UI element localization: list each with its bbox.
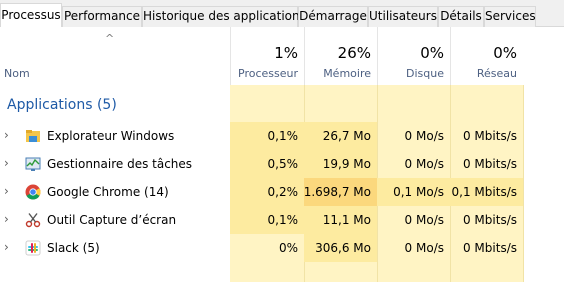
cpu-total-percent: 1% bbox=[274, 44, 298, 62]
column-reseau[interactable]: 0% Réseau bbox=[450, 27, 523, 85]
cpu-cell: 0,5% bbox=[230, 150, 304, 178]
app-name: Slack (5) bbox=[47, 241, 100, 255]
chevron-right-icon[interactable]: › bbox=[4, 184, 9, 198]
memory-cell: 26,7 Mo bbox=[304, 122, 377, 150]
network-cell: 0 Mbits/s bbox=[462, 157, 517, 171]
chrome-icon bbox=[25, 184, 41, 200]
column-memoire[interactable]: 26% Mémoire bbox=[304, 27, 377, 85]
table-row[interactable]: › Explorateur Windows 0,1% 26,7 Mo 0 Mo/… bbox=[0, 122, 564, 150]
network-cell: 0 Mbits/s bbox=[462, 241, 517, 255]
network-cell: 0 Mbits/s bbox=[462, 213, 517, 227]
app-name: Google Chrome (14) bbox=[47, 185, 169, 199]
app-name: Explorateur Windows bbox=[47, 129, 175, 143]
folder-icon bbox=[26, 130, 40, 142]
chevron-right-icon[interactable]: › bbox=[4, 212, 9, 226]
network-total-percent: 0% bbox=[493, 44, 517, 62]
cpu-cell: 0,2% bbox=[230, 178, 304, 206]
tab-details[interactable]: Détails bbox=[438, 6, 484, 27]
column-disque[interactable]: 0% Disque bbox=[377, 27, 450, 85]
disk-cell: 0,1 Mo/s bbox=[377, 178, 450, 206]
column-nom[interactable]: Nom bbox=[0, 27, 230, 85]
cpu-cell: 0% bbox=[278, 241, 298, 255]
app-name: Outil Capture d’écran bbox=[47, 213, 177, 227]
table-row[interactable]: › Slack (5) 0% 306,6 Mo 0 Mo/s 0 Mbits/s bbox=[0, 234, 564, 262]
memory-cell: 19,9 Mo bbox=[304, 150, 377, 178]
disk-cell: 0 Mo/s bbox=[404, 157, 444, 171]
tab-historique-des-applications[interactable]: Historique des applications bbox=[142, 6, 306, 27]
column-label-nom: Nom bbox=[4, 67, 30, 80]
cpu-cell: 0,1% bbox=[230, 122, 304, 150]
disk-total-percent: 0% bbox=[420, 44, 444, 62]
memory-cell: 11,1 Mo bbox=[304, 206, 377, 234]
memory-cell: 306,6 Mo bbox=[304, 234, 377, 262]
cpu-cell: 0,1% bbox=[230, 206, 304, 234]
disk-cell: 0 Mo/s bbox=[404, 241, 444, 255]
chevron-right-icon[interactable]: › bbox=[4, 240, 9, 254]
column-header: ^ Nom 1% Processeur 26% Mémoire 0% Disqu… bbox=[0, 27, 564, 85]
column-label-memoire: Mémoire bbox=[323, 67, 371, 80]
app-name: Gestionnaire des tâches bbox=[47, 157, 193, 171]
tab-bar: Processus Performance Historique des app… bbox=[0, 0, 564, 28]
tab-demarrage[interactable]: Démarrage bbox=[298, 6, 368, 27]
column-label-reseau: Réseau bbox=[476, 67, 517, 80]
tab-utilisateurs[interactable]: Utilisateurs bbox=[368, 6, 438, 27]
table-row[interactable]: › Gestionnaire des tâches 0,5% 19,9 Mo 0… bbox=[0, 150, 564, 178]
tab-services[interactable]: Services bbox=[484, 6, 536, 27]
memory-cell: 1.698,7 Mo bbox=[304, 178, 377, 206]
tab-processus[interactable]: Processus bbox=[0, 3, 62, 28]
table-row[interactable]: › Google Chrome (14) 0,2% 1.698,7 Mo 0,1… bbox=[0, 178, 564, 206]
table-row[interactable]: › Outil Capture d’écran 0,1% 11,1 Mo 0 M… bbox=[0, 206, 564, 234]
column-label-disque: Disque bbox=[406, 67, 444, 80]
network-cell: 0 Mbits/s bbox=[462, 129, 517, 143]
process-list: Applications (5) › Explorateur Windows 0… bbox=[0, 85, 564, 282]
column-label-processeur: Processeur bbox=[238, 67, 298, 80]
memory-total-percent: 26% bbox=[337, 44, 371, 62]
chevron-right-icon[interactable]: › bbox=[4, 156, 9, 170]
tab-performance[interactable]: Performance bbox=[62, 6, 142, 27]
scissors-icon bbox=[25, 213, 41, 228]
disk-cell: 0 Mo/s bbox=[404, 213, 444, 227]
task-manager-icon bbox=[25, 157, 41, 171]
column-processeur[interactable]: 1% Processeur bbox=[230, 27, 304, 85]
disk-cell: 0 Mo/s bbox=[404, 129, 444, 143]
chevron-right-icon[interactable]: › bbox=[4, 128, 9, 142]
network-cell: 0,1 Mbits/s bbox=[450, 178, 523, 206]
slack-icon bbox=[25, 240, 41, 256]
group-title-applications: Applications (5) bbox=[7, 97, 117, 113]
